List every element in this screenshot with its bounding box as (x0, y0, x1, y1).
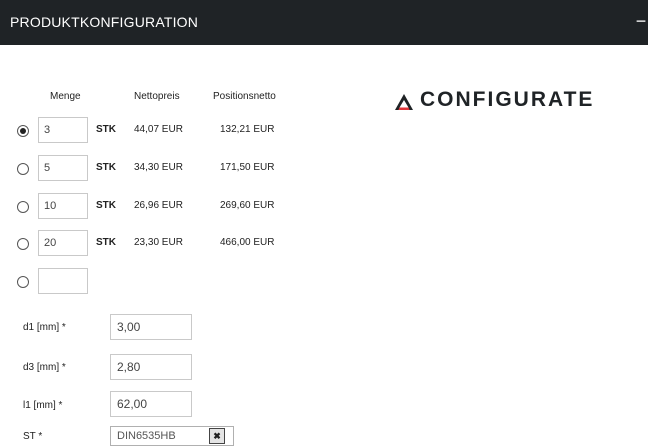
quantity-radio[interactable] (17, 163, 29, 175)
price-row: STK 23,30 EUR 466,00 EUR (0, 230, 300, 258)
quantity-radio[interactable] (17, 201, 29, 213)
quantity-input[interactable] (38, 155, 88, 181)
panel-header: PRODUKTKONFIGURATION − (0, 0, 648, 45)
net-price: 34,30 EUR (134, 162, 183, 173)
d3-input[interactable] (110, 354, 192, 380)
st-label: ST * (23, 431, 43, 442)
st-select-value: DIN6535HB (117, 430, 176, 442)
column-header-position-net: Positionsnetto (213, 91, 276, 102)
unit-label: STK (96, 162, 116, 173)
quantity-input[interactable] (38, 193, 88, 219)
quantity-input[interactable] (38, 117, 88, 143)
quantity-input[interactable] (38, 230, 88, 256)
triangle-logo-icon (395, 94, 413, 110)
custom-quantity-row (0, 268, 300, 296)
column-header-net-price: Nettopreis (134, 91, 180, 102)
net-price: 44,07 EUR (134, 124, 183, 135)
position-net: 466,00 EUR (220, 237, 275, 248)
d1-input[interactable] (110, 314, 192, 340)
net-price: 26,96 EUR (134, 200, 183, 211)
panel-title: PRODUKTKONFIGURATION (10, 14, 199, 30)
net-price: 23,30 EUR (134, 237, 183, 248)
collapse-button[interactable]: − (634, 10, 648, 32)
d1-label: d1 [mm] * (23, 322, 66, 333)
column-header-quantity: Menge (50, 91, 81, 102)
logo-text: CONFIGURATE (420, 88, 595, 111)
custom-quantity-radio[interactable] (17, 276, 29, 288)
chevron-down-icon[interactable]: ✖ (209, 428, 225, 444)
l1-label: l1 [mm] * (23, 400, 63, 411)
unit-label: STK (96, 124, 116, 135)
price-row: STK 44,07 EUR 132,21 EUR (0, 117, 300, 145)
unit-label: STK (96, 237, 116, 248)
price-row: STK 34,30 EUR 171,50 EUR (0, 155, 300, 183)
position-net: 132,21 EUR (220, 124, 275, 135)
l1-input[interactable] (110, 391, 192, 417)
custom-quantity-input[interactable] (38, 268, 88, 294)
st-select[interactable]: DIN6535HB ✖ (110, 426, 234, 446)
price-row: STK 26,96 EUR 269,60 EUR (0, 193, 300, 221)
quantity-radio[interactable] (17, 125, 29, 137)
quantity-radio[interactable] (17, 238, 29, 250)
position-net: 171,50 EUR (220, 162, 275, 173)
position-net: 269,60 EUR (220, 200, 275, 211)
unit-label: STK (96, 200, 116, 211)
d3-label: d3 [mm] * (23, 362, 66, 373)
